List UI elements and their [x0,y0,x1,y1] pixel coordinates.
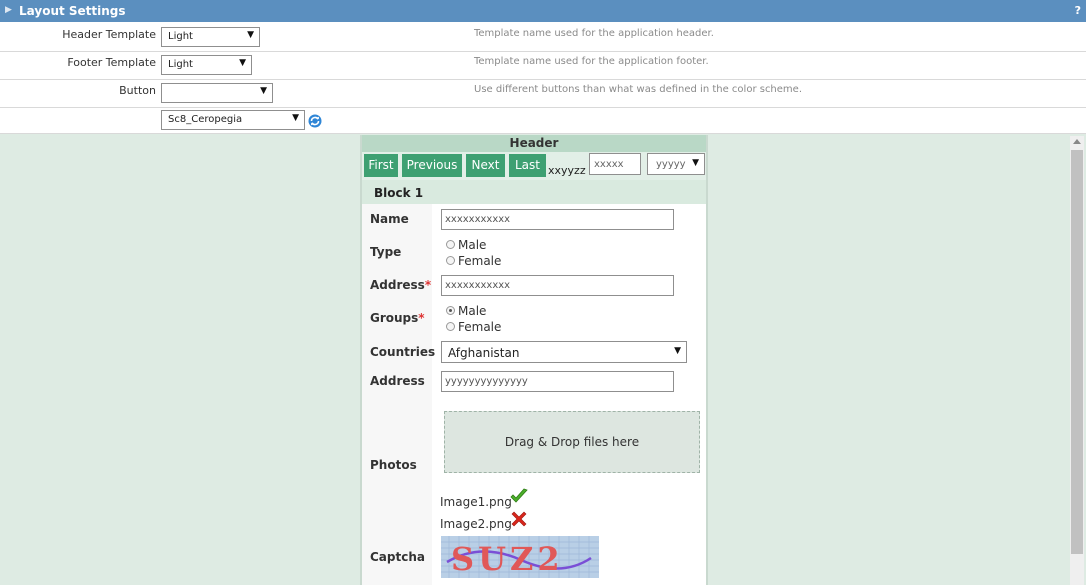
check-icon [510,488,528,503]
page-indicator: xxyyzz [548,164,586,177]
navigation-bar: First Previous Next Last xxyyzz xxxxx yy… [362,152,706,180]
type-male-label: Male [458,238,487,252]
groups-male-radio[interactable] [446,306,455,315]
type-female-label: Female [458,254,502,268]
footer-template-description: Template name used for the application f… [474,56,709,67]
header-template-select[interactable]: Light ▼ [161,27,260,47]
chevron-down-icon: ▼ [674,346,681,356]
vertical-scrollbar[interactable] [1070,136,1084,585]
theme-select[interactable]: Sc8_Ceropegia ▼ [161,110,305,130]
header-template-label: Header Template [62,28,156,41]
type-label: Type [370,245,402,259]
scroll-up-arrow-icon[interactable] [1073,139,1081,144]
button-label: Button [119,84,156,97]
groups-label: Groups* [370,311,425,325]
address-label: Address* [370,278,432,292]
address-input[interactable]: xxxxxxxxxxx [441,275,674,296]
layout-settings-bar[interactable]: ▶ Layout Settings ? [0,0,1086,22]
button-description: Use different buttons than what was defi… [474,84,802,95]
captcha-image: SUZ2 [441,536,599,578]
button-row: Button ▼ Use different buttons than what… [0,80,1086,108]
address2-input[interactable]: yyyyyyyyyyyyyy [441,371,674,392]
type-male-radio[interactable] [446,240,455,249]
captcha-label: Captcha [370,550,425,564]
last-button[interactable]: Last [509,154,546,177]
page-size-select[interactable]: yyyyy ▼ [647,153,705,175]
form-preview: Header First Previous Next Last xxyyzz x… [360,135,708,585]
first-button[interactable]: First [364,154,398,177]
form-header: Header [362,135,706,152]
file-name: Image1.png [440,495,512,509]
groups-male-label: Male [458,304,487,318]
block-title: Block 1 [374,186,424,200]
label-column [362,204,432,585]
refresh-icon[interactable] [308,114,322,128]
header-template-row: Header Template Light ▼ Template name us… [0,23,1086,52]
chevron-down-icon: ▼ [292,113,299,123]
previous-button[interactable]: Previous [402,154,462,177]
footer-template-select[interactable]: Light ▼ [161,55,252,75]
captcha-text: SUZ2 [451,540,564,578]
chevron-down-icon: ▼ [260,86,267,96]
file-name: Image2.png [440,517,512,531]
captcha-grid: SUZ2 [441,536,599,578]
chevron-down-icon: ▼ [239,58,246,68]
chevron-down-icon: ▼ [692,158,699,168]
scrollbar-thumb[interactable] [1071,150,1083,554]
countries-select[interactable]: Afghanistan ▼ [441,341,687,363]
chevron-down-icon: ▼ [247,30,254,40]
footer-template-label: Footer Template [67,56,156,69]
block-header: Block 1 [362,180,706,204]
page-input[interactable]: xxxxx [589,153,641,175]
type-female-radio[interactable] [446,256,455,265]
name-label: Name [370,212,409,226]
required-marker: * [424,278,432,292]
panel-title: Layout Settings [19,4,126,18]
button-select[interactable]: ▼ [161,83,273,103]
photos-label: Photos [370,458,417,472]
address2-label: Address [370,374,425,388]
groups-female-radio[interactable] [446,322,455,331]
footer-template-row: Footer Template Light ▼ Template name us… [0,52,1086,80]
groups-female-label: Female [458,320,502,334]
remove-icon[interactable] [511,511,527,527]
required-marker: * [418,311,425,325]
theme-row: Sc8_Ceropegia ▼ [0,108,1086,134]
name-input[interactable]: xxxxxxxxxxx [441,209,674,230]
header-template-description: Template name used for the application h… [474,28,714,39]
next-button[interactable]: Next [466,154,505,177]
photo-dropzone[interactable]: Drag & Drop files here [444,411,700,473]
help-icon[interactable]: ? [1075,4,1081,17]
countries-label: Countries [370,345,436,359]
collapse-arrow-icon[interactable]: ▶ [5,5,12,15]
